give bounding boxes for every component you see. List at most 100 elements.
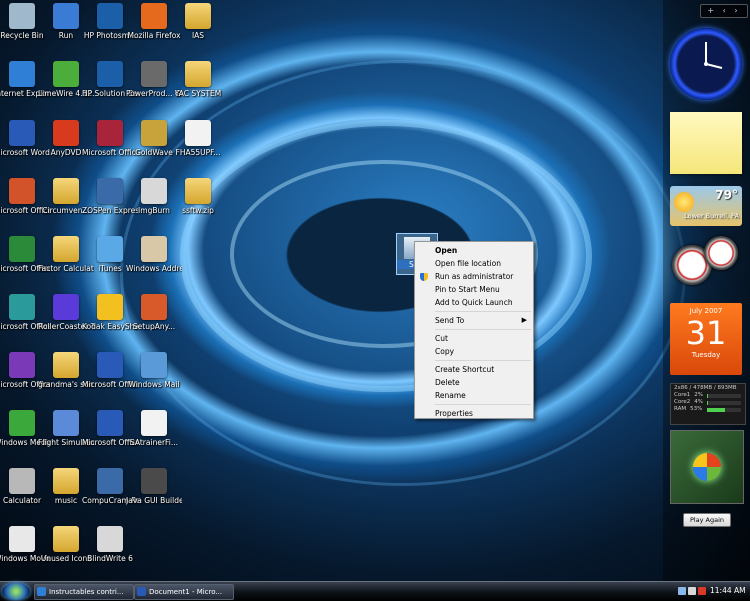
internet-explorer-icon	[9, 61, 35, 87]
meter-bar-fill	[707, 401, 709, 405]
menu-item-rename[interactable]: Rename	[415, 389, 533, 402]
desktop-icon[interactable]: IAS	[170, 2, 226, 56]
anydvd-icon	[53, 120, 79, 146]
menu-separator	[435, 404, 531, 405]
desktop-icon-label: Java GUI Builder	[126, 496, 182, 505]
desktop-icon[interactable]: Windows Mail	[126, 351, 182, 405]
windows-mail-icon	[141, 352, 167, 378]
menu-item-label: Copy	[435, 347, 455, 356]
sun-icon	[674, 192, 694, 212]
file-icon	[185, 120, 211, 146]
meter-label: Core2	[674, 399, 691, 405]
kodak-icon	[97, 294, 123, 320]
menu-item-delete[interactable]: Delete	[415, 376, 533, 389]
menu-item-add-to-quick-launch[interactable]: Add to Quick Launch	[415, 296, 533, 309]
desktop-icon[interactable]: ssftw.zip	[170, 177, 226, 231]
puzzle-gadget[interactable]	[670, 430, 744, 504]
desktop-icon[interactable]: SAtrainerFi...	[126, 409, 182, 463]
folder-icon	[185, 3, 211, 29]
menu-item-cut[interactable]: Cut	[415, 332, 533, 345]
menu-item-pin-to-start-menu[interactable]: Pin to Start Menu	[415, 283, 533, 296]
address-book-icon	[141, 236, 167, 262]
desktop-icon-label: BlindWrite 6	[87, 554, 133, 563]
folder-icon	[53, 526, 79, 552]
flight-simulator-icon	[53, 410, 79, 436]
notes-gadget[interactable]	[670, 112, 742, 174]
menu-item-copy[interactable]: Copy	[415, 345, 533, 358]
menu-item-send-to[interactable]: Send To ▶	[415, 314, 533, 327]
menu-item-open-file-location[interactable]: Open file location	[415, 257, 533, 270]
outlook-icon	[97, 352, 123, 378]
desktop-icon[interactable]: YAC SYSTEM	[170, 60, 226, 114]
menu-item-label: Send To	[435, 316, 465, 325]
taskbar-button[interactable]: Instructables contri...	[34, 584, 134, 600]
desktop-icon-label: IAS	[191, 31, 205, 40]
submenu-arrow-icon: ▶	[521, 316, 527, 324]
desktop-icon[interactable]: Windows Address...	[126, 235, 182, 289]
menu-item-label: Create Shortcut	[435, 365, 495, 374]
tray-clock[interactable]: 11:44 AM	[710, 583, 746, 599]
meter-row: RAM 53%	[671, 406, 745, 413]
access-icon	[97, 120, 123, 146]
meter-label: Core1	[674, 392, 691, 398]
tray-security-icon[interactable]	[698, 587, 706, 595]
excel-icon	[9, 236, 35, 262]
desktop-icon-label: SetupAny...	[132, 322, 176, 331]
movie-maker-icon	[9, 526, 35, 552]
menu-item-properties[interactable]: Properties	[415, 407, 533, 420]
sidebar-controls[interactable]: + ‹ ›	[700, 4, 748, 18]
menu-item-label: Rename	[435, 391, 466, 400]
hp-solution-center-icon	[97, 61, 123, 87]
taskbar-button-label: Document1 - Micro...	[149, 588, 223, 596]
blindwrite-icon	[97, 526, 123, 552]
clock-gadget[interactable]	[670, 28, 742, 100]
calculator-icon	[9, 468, 35, 494]
recycle-bin-icon	[9, 3, 35, 29]
tray-volume-icon[interactable]	[688, 587, 696, 595]
desktop-icon-label: Windows Mail	[128, 380, 180, 389]
context-menu: Open Open file location Run as administrat…	[414, 241, 534, 419]
firefox-icon	[141, 3, 167, 29]
menu-item-label: Delete	[435, 378, 460, 387]
menu-item-create-shortcut[interactable]: Create Shortcut	[415, 363, 533, 376]
start-button[interactable]	[2, 583, 30, 600]
folder-icon	[53, 352, 79, 378]
menu-item-label: Cut	[435, 334, 448, 343]
calendar-weekday: Tuesday	[691, 351, 721, 359]
menu-separator	[435, 360, 531, 361]
folder-icon	[53, 178, 79, 204]
system-tray: 11:44 AM	[672, 583, 750, 599]
gauge-icon[interactable]	[704, 236, 738, 270]
desktop-icon-label: FHA55UPF...	[175, 148, 221, 157]
internet-explorer-icon	[37, 587, 46, 596]
cpu-meter-gadget[interactable]: 2x86 / 478MB / 893MB Core1 2% Core2 4% RAM 53…	[670, 383, 746, 425]
menu-item-label: Open file location	[435, 259, 501, 268]
menu-separator	[435, 329, 531, 330]
desktop-icon[interactable]: BlindWrite 6	[82, 525, 138, 579]
calendar-gadget[interactable]: July 2007 31 Tuesday	[670, 303, 742, 375]
desktop-icon-label: YAC SYSTEM	[174, 89, 222, 98]
menu-item-label: Open	[435, 246, 458, 255]
goldwave-icon	[141, 120, 167, 146]
menu-item-open[interactable]: Open	[415, 244, 533, 257]
desktop-icon-label: SAtrainerFi...	[129, 438, 179, 447]
menu-item-label: Properties	[435, 409, 473, 418]
word-icon	[137, 587, 146, 596]
uac-shield-icon	[420, 273, 428, 281]
tray-network-icon[interactable]	[678, 587, 686, 595]
taskbar-button[interactable]: Document1 - Micro...	[134, 584, 234, 600]
folder-icon	[53, 236, 79, 262]
menu-separator	[435, 311, 531, 312]
weather-gadget[interactable]: 79° Lower Burrell, PA	[670, 186, 742, 226]
meter-value: 53%	[690, 406, 703, 412]
itunes-icon	[97, 236, 123, 262]
desktop-icon[interactable]: SetupAny...	[126, 293, 182, 347]
meter-rows: Core1 2% Core2 4% RAM 53%	[671, 392, 745, 413]
desktop-icon[interactable]: FHA55UPF...	[170, 119, 226, 173]
desktop-icon[interactable]: Java GUI Builder	[126, 467, 182, 521]
run-icon	[53, 3, 79, 29]
menu-item-run-as-administrator[interactable]: Run as administrator	[415, 270, 533, 283]
setup-icon	[141, 294, 167, 320]
play-again-button[interactable]: Play Again	[683, 513, 731, 527]
hp-photosmart-icon	[97, 3, 123, 29]
